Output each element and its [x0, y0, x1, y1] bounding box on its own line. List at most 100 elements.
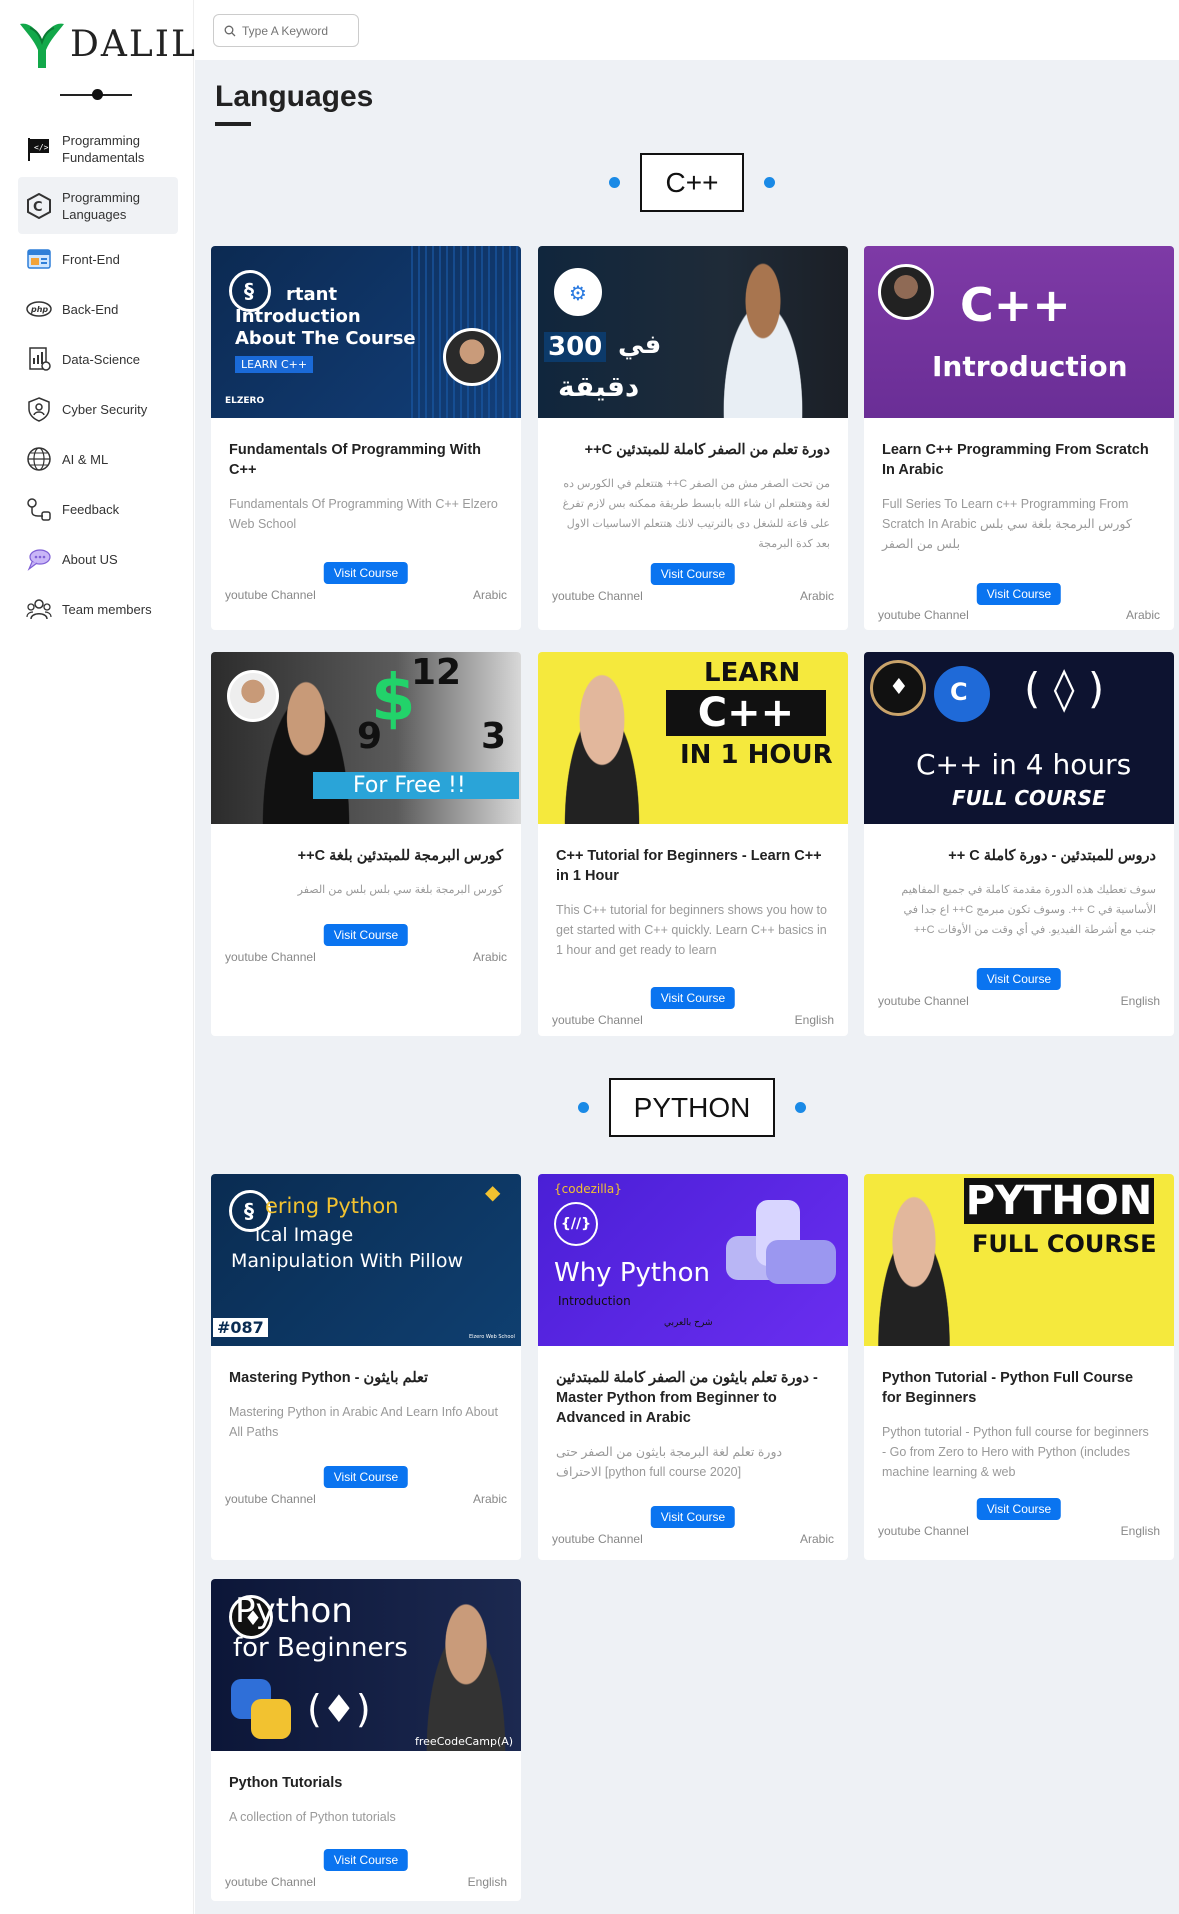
sidebar-item-ai-ml[interactable]: AI & ML: [18, 434, 178, 484]
thumb-line: 300: [544, 332, 607, 362]
thumb-line: ical Image: [255, 1224, 354, 1246]
channel-label: youtube Channel: [552, 1532, 643, 1546]
heading-dot: [609, 177, 620, 188]
thumb-badge: LEARN C++: [235, 356, 314, 373]
section-title: PYTHON: [609, 1078, 775, 1137]
thumb-line: FULL COURSE: [952, 786, 1106, 810]
language-label: Arabic: [1125, 608, 1160, 622]
section-heading-python: PYTHON: [578, 1078, 806, 1137]
thumb-line: 3: [481, 716, 507, 757]
sidebar-item-cyber-security[interactable]: Cyber Security: [18, 384, 178, 434]
instructor-photo: [864, 1186, 964, 1346]
sidebar-item-front-end[interactable]: Front-End: [18, 234, 178, 284]
course-thumbnail[interactable]: PYTHON FULL COURSE: [864, 1174, 1174, 1346]
search-box[interactable]: [213, 14, 359, 47]
course-thumbnail[interactable]: ♦ Python for Beginners (♦) freeCodeCamp(…: [211, 1579, 521, 1751]
course-thumbnail[interactable]: $ 12 9 3 For Free !!: [211, 652, 521, 824]
thumb-line: C++: [666, 690, 826, 736]
svg-text:php: php: [30, 305, 48, 314]
thumb-brand: ELZERO: [225, 396, 265, 406]
course-title: كورس البرمجة للمبتدئين بلغة C++: [297, 848, 503, 864]
sidebar-item-back-end[interactable]: php Back-End: [18, 284, 178, 334]
sidebar-item-label: Front-End: [62, 251, 120, 267]
visit-course-button[interactable]: Visit Course: [976, 1498, 1062, 1520]
course-thumbnail[interactable]: § ering Python ical Image Manipulation W…: [211, 1174, 521, 1346]
instructor-avatar: [443, 328, 501, 386]
sidebar-item-label: Back-End: [62, 301, 119, 317]
thumb-line: for Beginners: [233, 1633, 408, 1663]
sidebar-item-about-us[interactable]: About US: [18, 534, 178, 584]
page-title-underline: [215, 122, 251, 126]
thumb-line: LEARN: [704, 658, 801, 688]
data-report-icon: [26, 346, 52, 372]
course-description: سوف تعطيك هذه الدورة مقدمة كاملة في جميع…: [901, 884, 1156, 936]
svg-text:</>: </>: [34, 143, 49, 152]
card-footer: youtube Channel Arabic: [878, 608, 1160, 622]
sidebar-item-team-members[interactable]: Team members: [18, 584, 178, 634]
thumb-line: Introduction: [235, 306, 361, 327]
team-icon: [26, 596, 52, 622]
visit-course-button[interactable]: Visit Course: [323, 562, 409, 584]
instructor-photo: [550, 664, 654, 824]
thumb-line: ering Python: [265, 1194, 399, 1218]
instructor-avatar: [878, 264, 934, 320]
sidebar-item-label: Cyber Security: [62, 401, 148, 417]
visit-course-button[interactable]: Visit Course: [323, 924, 409, 946]
visit-course-button[interactable]: Visit Course: [976, 583, 1062, 605]
thumb-line: Elzero Web School: [469, 1334, 515, 1340]
visit-course-button[interactable]: Visit Course: [976, 968, 1062, 990]
thumb-line: Why Python: [554, 1258, 710, 1288]
sidebar-item-label: About US: [62, 551, 118, 567]
course-description: من تحت الصفر مش من الصفر C++ هتتعلم في ا…: [562, 478, 830, 550]
chat-bubble-icon: [26, 546, 52, 572]
sidebar-item-programming-languages[interactable]: C Programming Languages: [18, 177, 178, 234]
language-label: English: [794, 1013, 834, 1027]
sidebar-item-programming-fundamentals[interactable]: </> Programming Fundamentals: [18, 120, 178, 177]
course-thumbnail[interactable]: § rtant Introduction About The Course LE…: [211, 246, 521, 418]
course-description: كورس البرمجة بلغة سي بلس بلس من الصفر: [297, 884, 503, 896]
thumb-line: rtant: [286, 284, 338, 305]
visit-course-button[interactable]: Visit Course: [323, 1466, 409, 1488]
visit-course-button[interactable]: Visit Course: [650, 987, 736, 1009]
thumb-line: {//}: [554, 1202, 598, 1246]
instructor-photo: [708, 262, 818, 418]
sidebar-item-label: Data-Science: [62, 351, 141, 367]
search-input[interactable]: [242, 23, 352, 38]
heading-dot: [795, 1102, 806, 1113]
svg-text:C: C: [33, 200, 43, 215]
course-card: ♦ Python for Beginners (♦) freeCodeCamp(…: [211, 1579, 521, 1901]
course-thumbnail[interactable]: ♦ C ( ◊ ) C++ in 4 hours FULL COURSE: [864, 652, 1174, 824]
course-card: ♦ C ( ◊ ) C++ in 4 hours FULL COURSE درو…: [864, 652, 1174, 1036]
card-footer: youtube Channel Arabic: [225, 1492, 507, 1506]
python-logo-icon: [726, 1200, 836, 1310]
brand-logo[interactable]: DALIL: [18, 18, 197, 70]
language-label: Arabic: [472, 950, 507, 964]
top-bar: [195, 0, 1179, 60]
python-logo-icon: ◆: [485, 1180, 501, 1204]
language-label: English: [467, 1875, 507, 1889]
language-label: Arabic: [799, 1532, 834, 1546]
course-title: C++ Tutorial for Beginners - Learn C++ i…: [556, 848, 822, 884]
course-thumbnail[interactable]: C++ Introduction: [864, 246, 1174, 418]
course-thumbnail[interactable]: {codezilla} {//} Why Python Introduction…: [538, 1174, 848, 1346]
card-footer: youtube Channel Arabic: [225, 950, 507, 964]
visit-course-button[interactable]: Visit Course: [650, 563, 736, 585]
course-title: دورة تعلم من الصفر كاملة للمبتدئين C++: [584, 442, 830, 458]
thumb-line: دقيقة: [558, 370, 640, 403]
course-thumbnail[interactable]: LEARN C++ IN 1 HOUR: [538, 652, 848, 824]
course-card: ⚙ 300 في دقيقة دورة تعلم من الصفر كاملة …: [538, 246, 848, 630]
course-title: Fundamentals Of Programming With C++: [229, 442, 482, 478]
thumb-line: Introduction: [558, 1294, 631, 1308]
browser-window-icon: [26, 246, 52, 272]
visit-course-button[interactable]: Visit Course: [650, 1506, 736, 1528]
visit-course-button[interactable]: Visit Course: [323, 1849, 409, 1871]
sidebar-item-data-science[interactable]: Data-Science: [18, 334, 178, 384]
thumb-line: Manipulation With Pillow: [231, 1250, 464, 1272]
course-thumbnail[interactable]: ⚙ 300 في دقيقة: [538, 246, 848, 418]
sidebar-item-feedback[interactable]: Feedback: [18, 484, 178, 534]
course-description: This C++ tutorial for beginners shows yo…: [556, 903, 827, 957]
thumb-line: freeCodeCamp(A): [415, 1735, 514, 1748]
card-footer: youtube Channel English: [878, 1524, 1160, 1538]
thumb-line: C++ in 4 hours: [916, 748, 1132, 781]
thumb-line: For Free !!: [313, 772, 519, 799]
